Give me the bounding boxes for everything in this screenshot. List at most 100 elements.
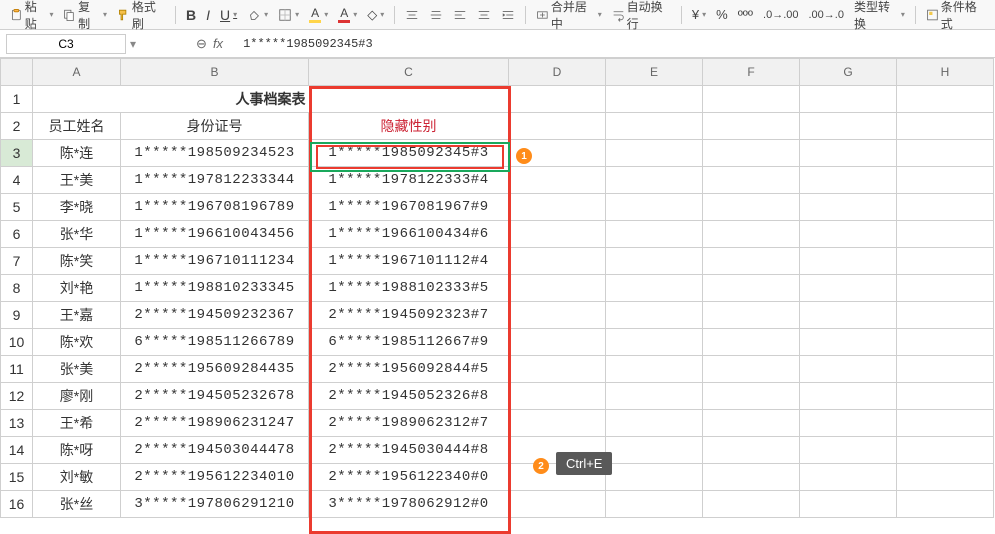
- cell-masked[interactable]: 1*****1967081967#9: [309, 194, 509, 221]
- cell[interactable]: [509, 275, 606, 302]
- cell-id[interactable]: 1*****196710111234: [121, 248, 309, 275]
- cell-name[interactable]: 张*丝: [33, 491, 121, 518]
- cell-name[interactable]: 陈*连: [33, 140, 121, 167]
- cell-id[interactable]: 1*****198509234523: [121, 140, 309, 167]
- cell-id[interactable]: 2*****198906231247: [121, 410, 309, 437]
- cell[interactable]: [509, 248, 606, 275]
- cell-masked[interactable]: 1*****1978122333#4: [309, 167, 509, 194]
- align-left-button[interactable]: [449, 6, 471, 24]
- cell[interactable]: [800, 248, 897, 275]
- title-cell[interactable]: 人事档案表: [33, 86, 509, 113]
- col-header-D[interactable]: D: [509, 59, 606, 86]
- cell-id[interactable]: 3*****197806291210: [121, 491, 309, 518]
- cell-masked[interactable]: 2*****1945092323#7: [309, 302, 509, 329]
- row-header[interactable]: 7: [1, 248, 33, 275]
- cell[interactable]: [509, 113, 606, 140]
- header-cell[interactable]: 员工姓名: [33, 113, 121, 140]
- cell[interactable]: [509, 356, 606, 383]
- header-cell[interactable]: 隐藏性别: [309, 113, 509, 140]
- cell[interactable]: [897, 383, 994, 410]
- name-box[interactable]: [6, 34, 126, 54]
- row-header[interactable]: 8: [1, 275, 33, 302]
- col-header-F[interactable]: F: [703, 59, 800, 86]
- cell[interactable]: [800, 86, 897, 113]
- cell[interactable]: [897, 356, 994, 383]
- cell[interactable]: [800, 140, 897, 167]
- increase-decimal-button[interactable]: .00→.0: [805, 7, 848, 23]
- cell[interactable]: [509, 410, 606, 437]
- cell[interactable]: [703, 491, 800, 518]
- cell-id[interactable]: 1*****197812233344: [121, 167, 309, 194]
- cell[interactable]: [703, 383, 800, 410]
- cell[interactable]: [606, 383, 703, 410]
- underline-button[interactable]: U▾: [216, 5, 241, 25]
- fx-icon[interactable]: fx: [213, 36, 223, 51]
- cell-name[interactable]: 陈*呀: [33, 437, 121, 464]
- cell[interactable]: [897, 221, 994, 248]
- row-header[interactable]: 5: [1, 194, 33, 221]
- decrease-decimal-button[interactable]: .0→.00: [759, 7, 802, 23]
- cell[interactable]: [509, 329, 606, 356]
- cell[interactable]: [509, 221, 606, 248]
- row-header[interactable]: 4: [1, 167, 33, 194]
- cell[interactable]: [703, 140, 800, 167]
- cell-masked[interactable]: 1*****1988102333#5: [309, 275, 509, 302]
- col-header-G[interactable]: G: [800, 59, 897, 86]
- row-header[interactable]: 6: [1, 221, 33, 248]
- cell[interactable]: [606, 113, 703, 140]
- cell[interactable]: [800, 437, 897, 464]
- font-color-button[interactable]: A▾: [334, 4, 361, 25]
- cell[interactable]: [897, 113, 994, 140]
- cell[interactable]: [509, 140, 606, 167]
- cell[interactable]: [703, 329, 800, 356]
- select-all-corner[interactable]: [1, 59, 33, 86]
- row-header[interactable]: 13: [1, 410, 33, 437]
- row-header[interactable]: 16: [1, 491, 33, 518]
- cell-id[interactable]: 2*****195612234010: [121, 464, 309, 491]
- cell[interactable]: [606, 329, 703, 356]
- row-header[interactable]: 2: [1, 113, 33, 140]
- row-header[interactable]: 9: [1, 302, 33, 329]
- cell-name[interactable]: 张*华: [33, 221, 121, 248]
- cell[interactable]: [800, 302, 897, 329]
- cell-masked[interactable]: 1*****1967101112#4: [309, 248, 509, 275]
- col-header-H[interactable]: H: [897, 59, 994, 86]
- cell[interactable]: [703, 113, 800, 140]
- cell[interactable]: [800, 329, 897, 356]
- cell[interactable]: [897, 275, 994, 302]
- col-header-B[interactable]: B: [121, 59, 309, 86]
- cell[interactable]: [800, 383, 897, 410]
- cell[interactable]: [897, 194, 994, 221]
- cell[interactable]: [897, 167, 994, 194]
- italic-button[interactable]: I: [202, 5, 214, 25]
- cell[interactable]: [703, 302, 800, 329]
- cell-name[interactable]: 张*美: [33, 356, 121, 383]
- bold-button[interactable]: B: [182, 5, 200, 25]
- cell-id[interactable]: 1*****198810233345: [121, 275, 309, 302]
- cell[interactable]: [509, 383, 606, 410]
- formula-input[interactable]: 1*****1985092345#3: [243, 37, 373, 51]
- cell[interactable]: [703, 194, 800, 221]
- cell-name[interactable]: 刘*敏: [33, 464, 121, 491]
- cell[interactable]: [703, 275, 800, 302]
- copy-button[interactable]: 复制▾: [59, 0, 110, 34]
- cell[interactable]: [606, 221, 703, 248]
- clear-format-button[interactable]: ◇▾: [363, 5, 388, 25]
- cell[interactable]: [897, 302, 994, 329]
- cell[interactable]: [800, 275, 897, 302]
- borders-button[interactable]: ▾: [274, 6, 303, 24]
- cell-id[interactable]: 1*****196610043456: [121, 221, 309, 248]
- cell-masked[interactable]: 1*****1985092345#3: [309, 140, 509, 167]
- header-cell[interactable]: 身份证号: [121, 113, 309, 140]
- cell[interactable]: [800, 167, 897, 194]
- cell[interactable]: [509, 86, 606, 113]
- align-middle-button[interactable]: [425, 6, 447, 24]
- cell[interactable]: [800, 356, 897, 383]
- cell[interactable]: [703, 167, 800, 194]
- indent-button[interactable]: [497, 6, 519, 24]
- cell[interactable]: [606, 167, 703, 194]
- cell-name[interactable]: 陈*笑: [33, 248, 121, 275]
- cell[interactable]: [897, 491, 994, 518]
- cell[interactable]: [606, 302, 703, 329]
- paste-button[interactable]: 粘贴▾: [6, 0, 57, 34]
